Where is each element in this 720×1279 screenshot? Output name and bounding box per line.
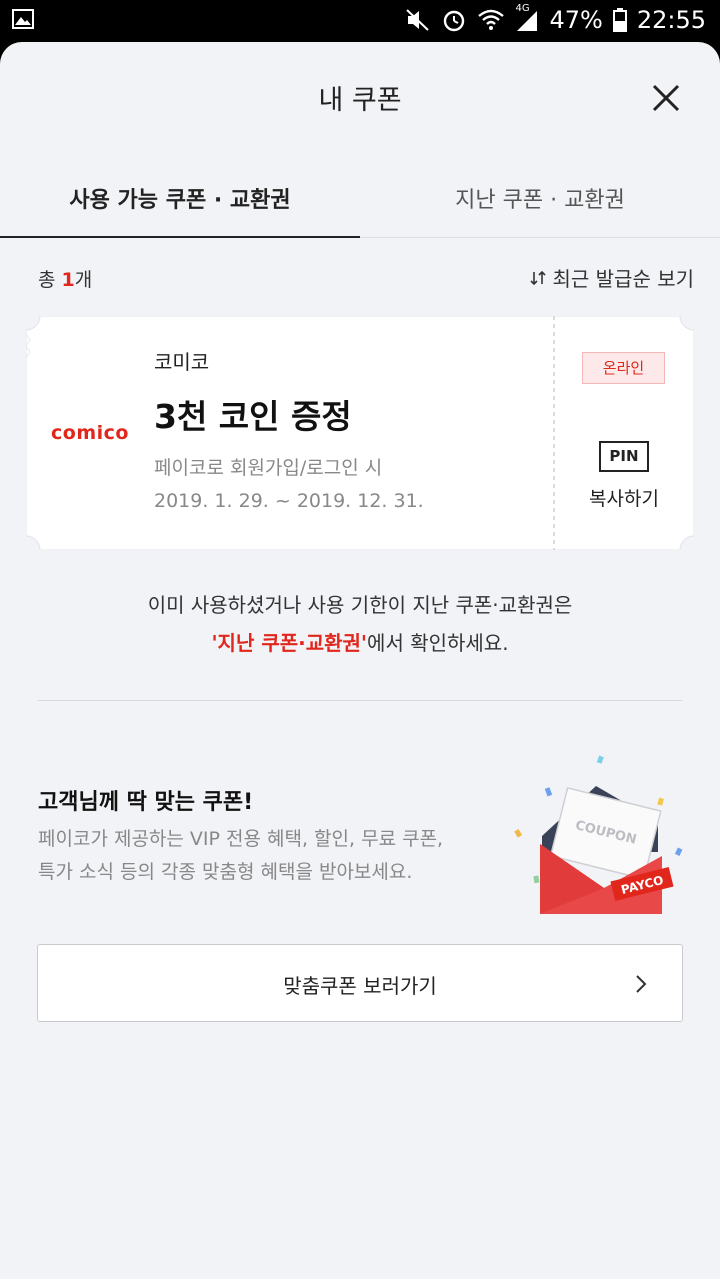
count-prefix: 총 bbox=[38, 269, 62, 291]
page-title: 내 쿠폰 bbox=[318, 85, 402, 116]
battery-percent: 47% bbox=[549, 6, 603, 34]
close-icon bbox=[652, 84, 680, 112]
comico-logo: comico bbox=[51, 422, 129, 444]
signal-icon: 4G bbox=[515, 3, 539, 33]
coupon-condition: 페이코로 회원가입/로그인 시 bbox=[154, 457, 383, 479]
wifi-icon bbox=[478, 9, 505, 30]
sort-label: 최근 발급순 보기 bbox=[552, 267, 694, 291]
custom-coupon-button-label: 맞춤쿠폰 보러가기 bbox=[283, 974, 437, 998]
tab-past-coupons[interactable]: 지난 쿠폰 · 교환권 bbox=[360, 154, 720, 237]
past-coupon-notice: 이미 사용하셨거나 사용 기한이 지난 쿠폰·교환권은 '지난 쿠폰·교환권'에… bbox=[0, 586, 720, 662]
sort-button[interactable]: 최근 발급순 보기 bbox=[530, 263, 694, 292]
tab-available-coupons[interactable]: 사용 가능 쿠폰 · 교환권 bbox=[0, 154, 360, 238]
alarm-icon bbox=[444, 10, 465, 32]
custom-coupon-button[interactable]: 맞춤쿠폰 보러가기 bbox=[37, 944, 683, 1022]
notice-line1: 이미 사용하셨거나 사용 기한이 지난 쿠폰·교환권은 bbox=[147, 593, 573, 617]
online-badge: 온라인 bbox=[582, 352, 665, 384]
coupon-envelope-icon: COUPON PAYCO bbox=[514, 755, 683, 914]
clock: 22:55 bbox=[636, 6, 706, 34]
battery-icon bbox=[612, 8, 627, 32]
coupon-sheet: 내 쿠폰 사용 가능 쿠폰 · 교환권 지난 쿠폰 · 교환권 총 1개 최근 … bbox=[0, 42, 720, 1279]
pin-copy-button[interactable]: PIN bbox=[599, 441, 649, 472]
coupon-period: 2019. 1. 29. ~ 2019. 12. 31. bbox=[154, 490, 424, 512]
coupon-brand: 코미코 bbox=[154, 350, 210, 374]
count-suffix: 개 bbox=[74, 269, 93, 291]
coupon-title: 3천 코인 증정 bbox=[154, 397, 352, 436]
recommend-desc-line1: 페이코가 제공하는 VIP 전용 혜택, 할인, 무료 쿠폰, bbox=[38, 828, 444, 850]
divider bbox=[38, 700, 682, 701]
sort-icon bbox=[530, 270, 547, 285]
list-meta: 총 1개 최근 발급순 보기 bbox=[0, 238, 720, 318]
status-icons: 4G 47% 22:55 bbox=[405, 3, 706, 34]
notice-line2-rest: 에서 확인하세요. bbox=[367, 631, 509, 655]
header: 내 쿠폰 bbox=[0, 42, 720, 154]
gallery-notification-icon bbox=[12, 9, 34, 33]
count-number: 1 bbox=[61, 269, 75, 291]
copy-label[interactable]: 복사하기 bbox=[589, 484, 659, 511]
recommend-desc-line2: 특가 소식 등의 각종 맞춤형 혜택을 받아보세요. bbox=[38, 861, 413, 883]
tab-bar: 사용 가능 쿠폰 · 교환권 지난 쿠폰 · 교환권 bbox=[0, 154, 720, 238]
coupon-card[interactable]: comico 코미코 3천 코인 증정 페이코로 회원가입/로그인 시 2019… bbox=[26, 316, 694, 550]
chevron-right-icon bbox=[636, 975, 647, 993]
recommend-title: 고객님께 딱 맞는 쿠폰! bbox=[38, 790, 254, 815]
notice-line2: '지난 쿠폰·교환권'에서 확인하세요. bbox=[0, 624, 720, 662]
status-bar: 4G 47% 22:55 bbox=[0, 0, 720, 42]
close-button[interactable] bbox=[650, 82, 682, 114]
coupon-count: 총 1개 bbox=[38, 265, 92, 292]
mute-icon bbox=[406, 9, 430, 31]
past-coupons-link[interactable]: '지난 쿠폰·교환권' bbox=[211, 631, 367, 655]
